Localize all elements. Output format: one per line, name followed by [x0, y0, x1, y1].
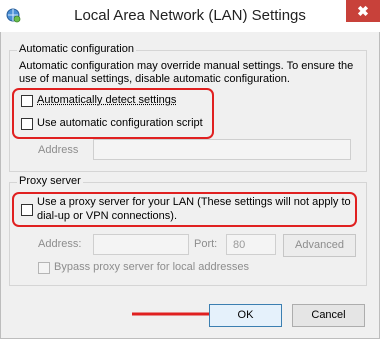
proxy-port-label: Port:	[194, 238, 218, 250]
automatic-configuration-legend: Automatic configuration	[17, 43, 136, 55]
window-title: Local Area Network (LAN) Settings	[74, 7, 306, 24]
script-address-field[interactable]	[93, 139, 351, 160]
proxy-port-field[interactable]: 80	[226, 234, 276, 255]
highlight-proxy-option	[12, 192, 357, 227]
highlight-auto-options	[12, 88, 214, 139]
proxy-address-label: Address:	[38, 238, 82, 250]
bypass-local-addresses-checkbox[interactable]	[38, 262, 50, 274]
cancel-button[interactable]: Cancel	[292, 304, 365, 327]
automatic-configuration-description-line2: use of manual settings, disable automati…	[19, 73, 290, 85]
proxy-address-field[interactable]	[93, 234, 189, 255]
bypass-local-addresses-label: Bypass proxy server for local addresses	[54, 261, 250, 273]
automatic-configuration-description-line1: Automatic configuration may override man…	[19, 60, 354, 72]
ok-button[interactable]: OK	[209, 304, 282, 327]
proxy-server-legend: Proxy server	[17, 175, 83, 187]
advanced-button[interactable]: Advanced	[283, 234, 356, 257]
script-address-label: Address	[38, 144, 79, 156]
close-icon[interactable]: ✖	[346, 0, 380, 22]
